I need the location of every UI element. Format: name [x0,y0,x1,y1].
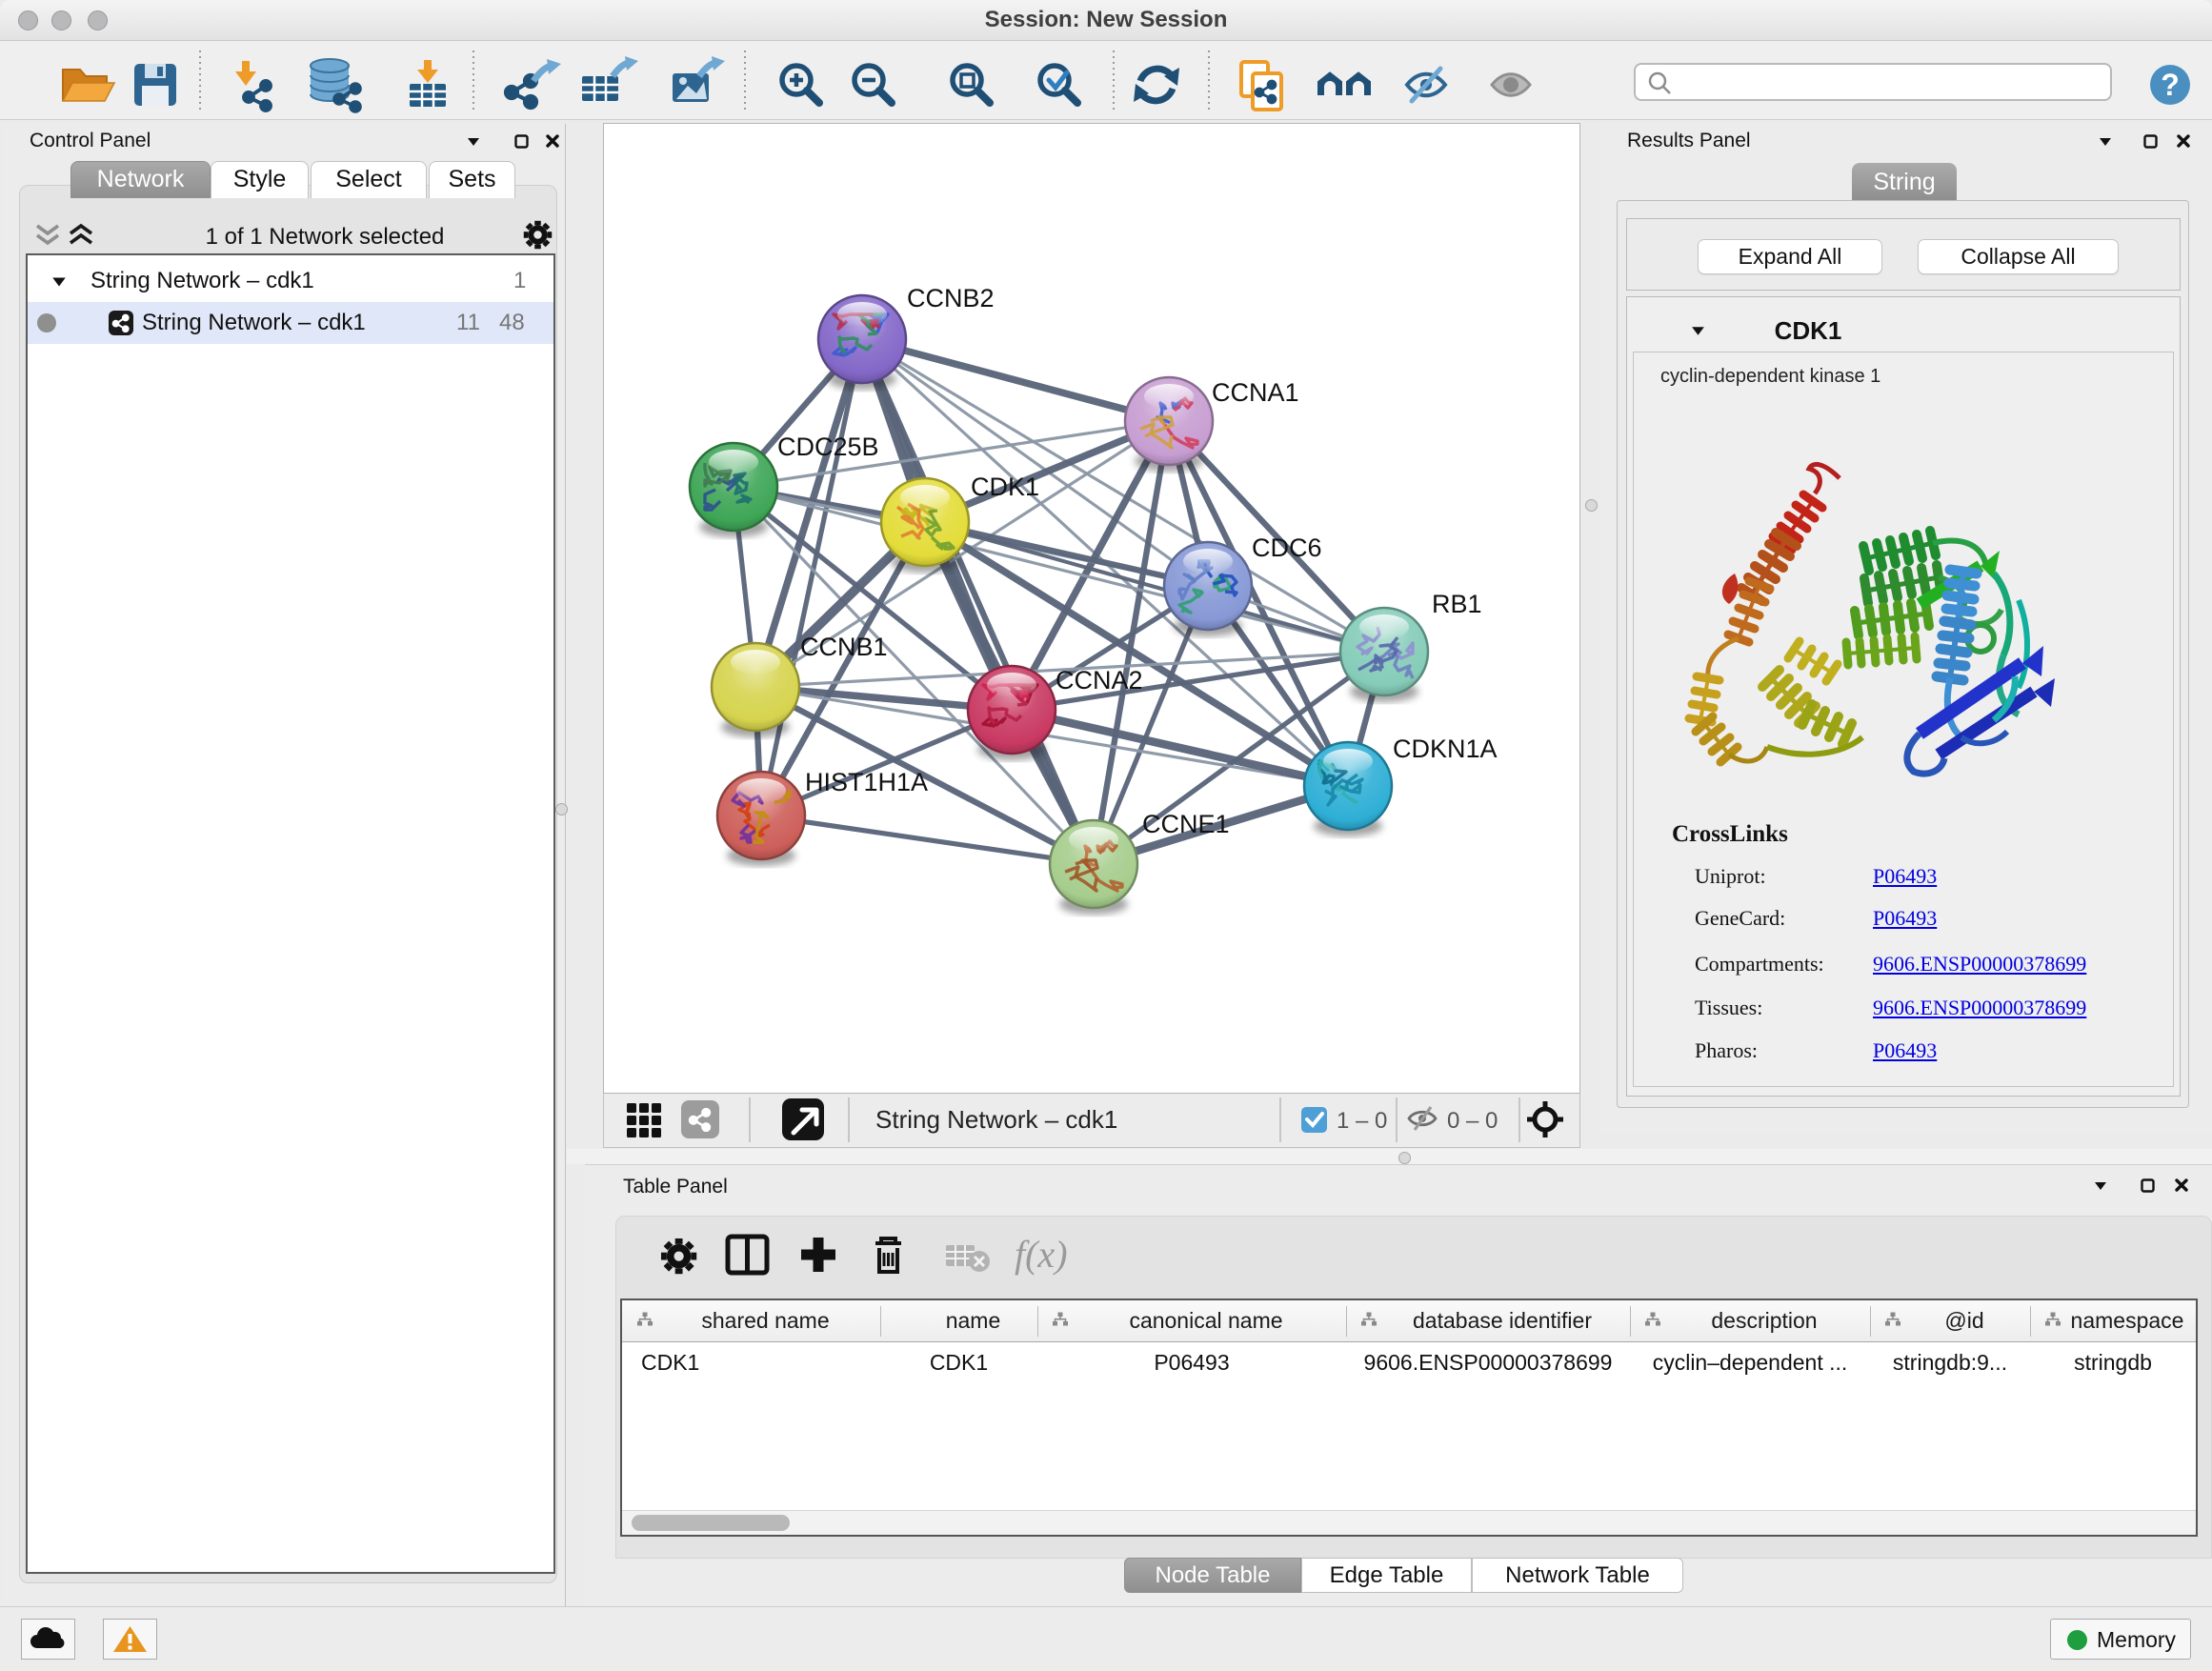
svg-text:CDKN1A: CDKN1A [1393,735,1498,763]
svg-text:CCNA1: CCNA1 [1212,378,1299,407]
svg-text:CCNA2: CCNA2 [1056,666,1143,695]
svg-text:0 – 0: 0 – 0 [1447,1108,1498,1134]
svg-text:RB1: RB1 [1432,590,1482,618]
svg-text:1 – 0: 1 – 0 [1337,1108,1387,1134]
svg-text:HIST1H1A: HIST1H1A [805,768,928,796]
svg-text:CDC6: CDC6 [1252,534,1322,562]
svg-text:CCNE1: CCNE1 [1142,810,1230,838]
svg-text:CCNB1: CCNB1 [800,633,888,661]
svg-text:f(x): f(x) [1015,1233,1068,1276]
svg-text:?: ? [2161,68,2180,102]
svg-text:String Network – cdk1: String Network – cdk1 [875,1105,1117,1134]
svg-text:CDC25B: CDC25B [777,433,879,461]
svg-text:CCNB2: CCNB2 [907,284,995,312]
svg-text:CDK1: CDK1 [971,473,1039,501]
